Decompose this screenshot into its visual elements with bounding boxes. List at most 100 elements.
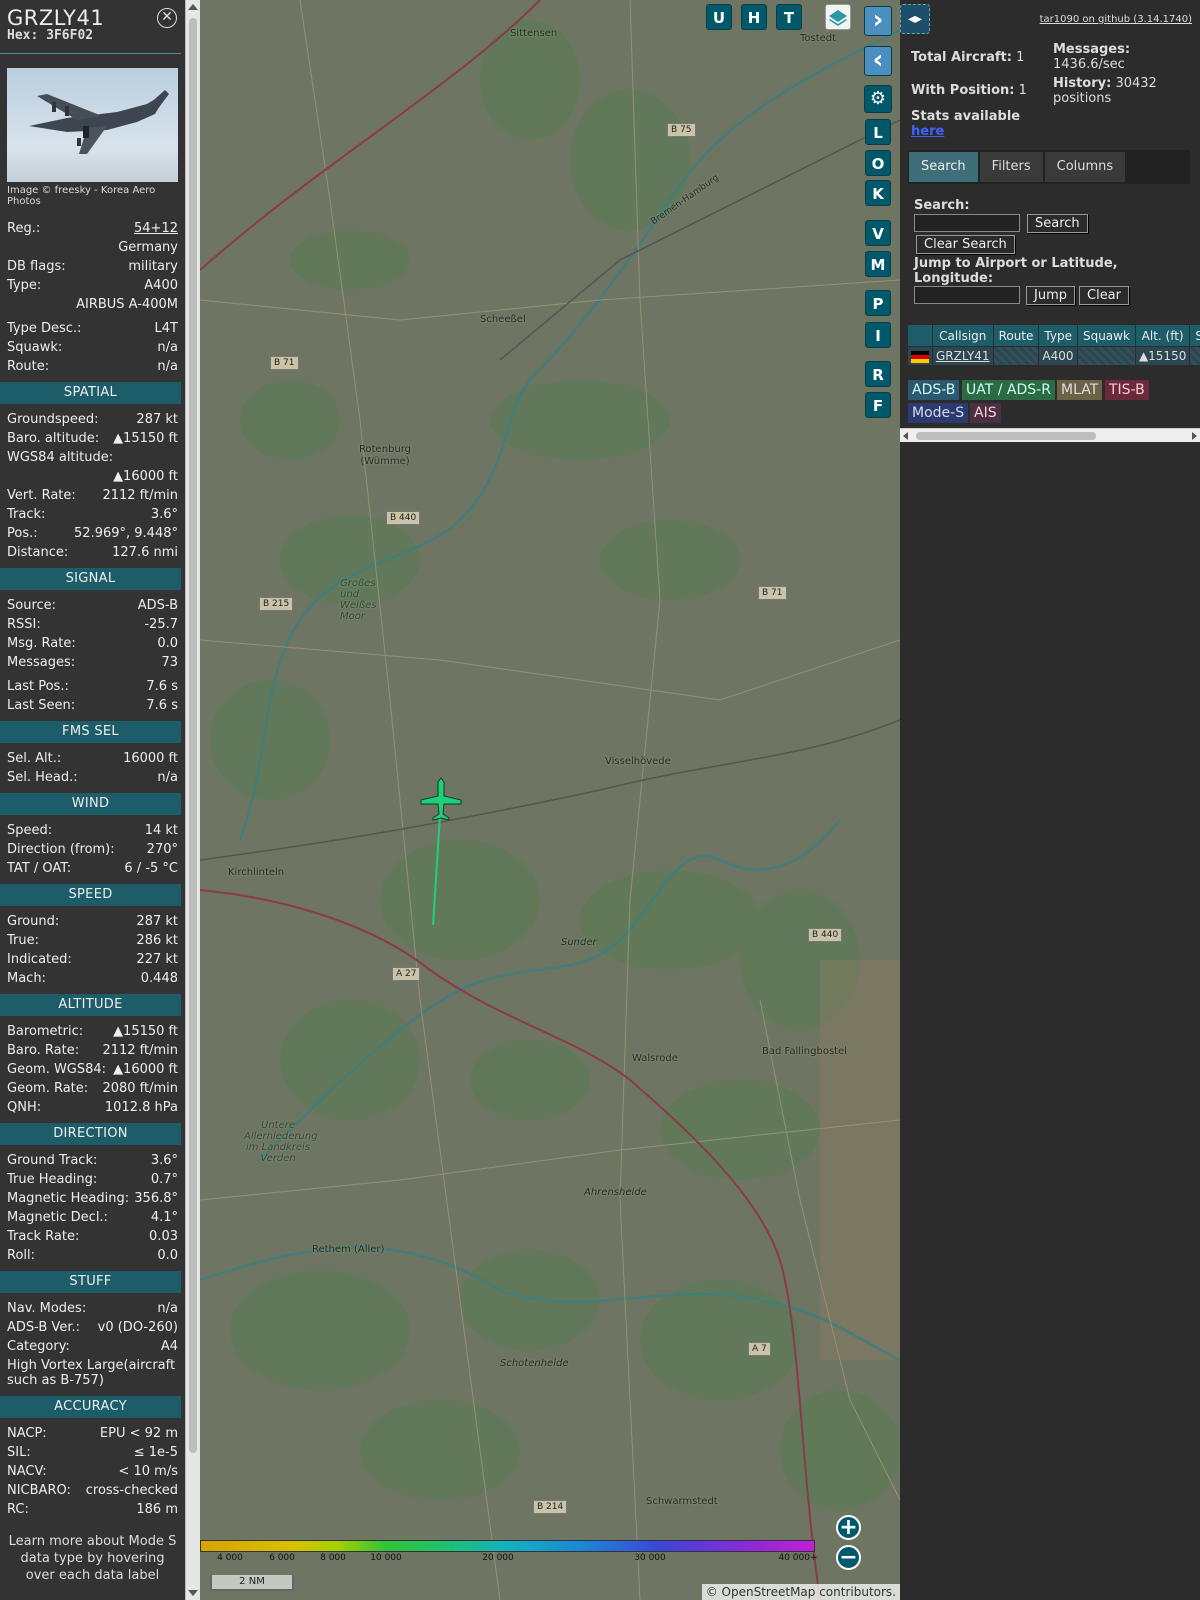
scroll-down-icon[interactable] [188,1590,198,1596]
table-row[interactable]: GRZLY41 A400 ▲15150 [907,346,1200,366]
tab-filters[interactable]: Filters [979,152,1043,182]
col-route[interactable]: Route [992,324,1040,347]
field-label[interactable]: WGS84 altitude: [7,448,113,467]
expand-sidebar-button[interactable]: ‹ [864,46,892,76]
field-label[interactable]: Category: [7,1337,70,1356]
scroll-up-icon[interactable] [188,4,198,10]
toggle-k-button[interactable]: K [865,180,891,206]
info-panel-scrollbar[interactable] [185,0,200,1600]
field-label[interactable]: Vert. Rate: [7,486,76,505]
field-label[interactable]: NACV: [7,1462,47,1481]
settings-gear-icon[interactable]: ⚙ [864,85,892,113]
toggle-m-button[interactable]: M [865,251,891,277]
field-label[interactable]: True: [7,931,39,950]
field-label[interactable]: Magnetic Decl.: [7,1208,108,1227]
jump-input[interactable] [914,286,1020,304]
field-label[interactable]: QNH: [7,1098,41,1117]
field-label[interactable]: Nav. Modes: [7,1299,86,1318]
table-horizontal-scrollbar[interactable] [900,428,1200,442]
field-label[interactable]: RSSI: [7,615,41,634]
field-label[interactable]: Source: [7,596,56,615]
field-label[interactable]: NICBARO: [7,1481,71,1500]
col-alt[interactable]: Alt. (ft) [1134,324,1191,347]
toggle-f-button[interactable]: F [865,392,891,418]
toggle-l-button[interactable]: L [865,119,891,145]
collapse-sidebar-button[interactable]: › [864,6,892,36]
field-label[interactable]: Messages: [7,653,75,672]
field-label[interactable]: Indicated: [7,950,72,969]
field-label[interactable]: Pos.: [7,524,38,543]
map-view[interactable]: Sittensen Tostedt Scheeßel Rotenburg (Wü… [200,0,900,1600]
field-value: 3.6° [150,507,178,522]
github-link[interactable]: tar1090 on github (3.14.1740) [1040,14,1192,25]
field-label[interactable]: True Heading: [7,1170,97,1189]
close-icon[interactable]: ✕ [157,8,177,28]
spatial-row: Vert. Rate: 2112 ft/min [0,486,185,505]
field-label[interactable]: Speed: [7,821,52,840]
col-speed[interactable]: Sp [1189,324,1200,347]
callsign-link[interactable]: GRZLY41 [936,349,990,363]
aircraft-photo[interactable] [7,68,178,182]
tab-search[interactable]: Search [909,152,978,182]
field-label[interactable]: Distance: [7,543,68,562]
aircraft-list-panel: ◂▸ tar1090 on github (3.14.1740) Total A… [900,0,1200,1600]
layers-icon[interactable] [825,4,851,30]
field-label[interactable]: Last Seen: [7,696,75,715]
toggle-i-button[interactable]: I [865,322,891,348]
field-label[interactable]: Ground: [7,912,59,931]
field-label[interactable]: Baro. Rate: [7,1041,79,1060]
field-label[interactable]: Barometric: [7,1022,83,1041]
field-label[interactable]: Baro. altitude: [7,429,99,448]
col-type[interactable]: Type [1038,324,1078,347]
toggle-t-button[interactable]: T [776,4,802,30]
hscroll-thumb[interactable] [916,432,1096,440]
reg-row: Reg.: 54+12 [7,219,178,238]
search-button[interactable]: Search [1027,214,1088,233]
field-label[interactable]: Track: [7,505,45,524]
field-label[interactable]: Ground Track: [7,1151,97,1170]
toggle-r-button[interactable]: R [865,361,891,387]
col-squawk[interactable]: Squawk [1076,324,1136,347]
field-label[interactable]: Direction (from): [7,840,115,859]
search-input[interactable] [914,214,1020,232]
field-label[interactable]: Geom. Rate: [7,1079,88,1098]
toggle-p-button[interactable]: P [865,290,891,316]
field-label[interactable]: Track Rate: [7,1227,79,1246]
col-callsign[interactable]: Callsign [932,324,994,347]
registration-link[interactable]: 54+12 [134,219,178,238]
scrollbar-thumb[interactable] [189,18,197,1453]
toggle-o-button[interactable]: O [865,150,891,176]
field-label[interactable]: Magnetic Heading: [7,1189,129,1208]
scroll-right-icon[interactable] [1192,432,1197,440]
field-label[interactable]: SIL: [7,1443,31,1462]
field-label[interactable]: TAT / OAT: [7,859,71,878]
history-value: 30432 [1115,76,1157,91]
scroll-left-icon[interactable] [903,432,908,440]
jump-button[interactable]: Jump [1026,286,1075,305]
osm-attribution[interactable]: © OpenStreetMap contributors. [701,1584,900,1600]
zoom-in-button[interactable]: + [836,1515,861,1540]
zoom-out-button[interactable]: − [836,1545,861,1570]
toggle-h-button[interactable]: H [741,4,767,30]
field-label[interactable]: Sel. Alt.: [7,749,61,768]
history-unit: positions [1053,91,1112,106]
field-label[interactable]: Sel. Head.: [7,768,78,787]
field-label[interactable]: ADS-B Ver.: [7,1318,80,1337]
field-label[interactable]: Roll: [7,1246,35,1265]
field-label[interactable]: Geom. WGS84: [7,1060,106,1079]
field-label[interactable]: Mach: [7,969,46,988]
field-label[interactable]: Groundspeed: [7,410,98,429]
toggle-u-button[interactable]: U [706,4,732,30]
field-label[interactable]: Last Pos.: [7,677,69,696]
tab-columns[interactable]: Columns [1044,152,1126,182]
toggle-sidebar-width-icon[interactable]: ◂▸ [900,4,930,34]
col-flag[interactable] [907,324,933,347]
field-label[interactable]: RC: [7,1500,29,1519]
town-label: Walsrode [632,1053,678,1064]
toggle-v-button[interactable]: V [865,220,891,246]
stats-here-link[interactable]: here [911,124,944,139]
clear-jump-button[interactable]: Clear [1079,286,1129,305]
clear-search-button[interactable]: Clear Search [916,235,1015,254]
field-label[interactable]: Msg. Rate: [7,634,76,653]
field-label[interactable]: NACP: [7,1424,47,1443]
